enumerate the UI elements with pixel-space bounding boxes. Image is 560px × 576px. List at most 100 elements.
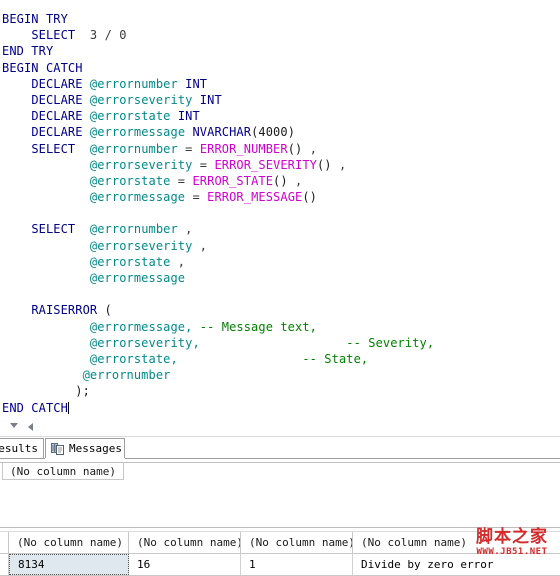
code-token: , [192, 238, 208, 253]
code-line: @errornumber [2, 367, 434, 383]
code-token: (4000) [251, 125, 296, 140]
grid-cell[interactable]: 1 [241, 554, 353, 575]
code-line: END CATCH [2, 400, 434, 416]
editor-horizontal-scrollbar[interactable] [0, 420, 560, 437]
code-line: SELECT 3 / 0 [2, 27, 434, 43]
grid-row-header[interactable] [0, 554, 9, 575]
code-token: @errormessage [89, 271, 186, 285]
code-token: , [302, 141, 318, 156]
code-token: INT [177, 76, 208, 91]
scroll-left-arrow-icon[interactable] [28, 423, 33, 431]
code-token: @errorstate [89, 173, 171, 188]
tab-messages-label: Messages [69, 442, 122, 455]
code-token: NVARCHAR [185, 125, 252, 140]
code-token: @errornumber [89, 141, 178, 156]
code-token: ERROR_MESSAGE [207, 190, 303, 205]
scroll-down-arrow-icon[interactable] [10, 423, 18, 428]
code-token: ERROR_SEVERITY [214, 157, 317, 172]
code-token: @errormessage [89, 125, 186, 140]
code-token: DECLARE [31, 109, 90, 124]
code-token: = [185, 190, 208, 205]
code-token: @errorseverity [89, 238, 193, 253]
code-token: SELECT [31, 222, 76, 237]
code-line: RAISERROR ( [2, 302, 434, 318]
code-token: BEGIN CATCH [2, 60, 83, 75]
code-line: BEGIN TRY [2, 11, 434, 27]
first-result-column-header[interactable]: (No column name) [2, 463, 124, 480]
code-line: DECLARE @errorseverity INT [2, 92, 434, 108]
tab-results[interactable]: Results [0, 438, 44, 458]
code-line: SELECT @errornumber = ERROR_NUMBER() , [2, 141, 434, 157]
grid-column-header[interactable]: (No column name) [353, 532, 560, 553]
code-line: @errormessage [2, 270, 434, 286]
tab-underline-cover [45, 458, 125, 459]
code-token: INT [170, 109, 200, 124]
grid-column-header[interactable]: (No column name) [241, 532, 353, 553]
code-token: , [170, 254, 186, 269]
code-line: @errormessage, -- Message text, [2, 319, 434, 335]
code-token: SELECT [31, 141, 76, 156]
code-line: DECLARE @errornumber INT [2, 76, 434, 92]
code-token: @errorstate [89, 109, 171, 124]
code-line: END TRY [2, 43, 434, 59]
code-token: ERROR_NUMBER [199, 141, 288, 156]
code-token: DECLARE [31, 92, 90, 107]
code-token: @errorstate [89, 254, 171, 269]
code-token: RAISERROR [31, 303, 98, 318]
code-token: ERROR_STATE [192, 173, 274, 188]
code-token: SELECT [31, 28, 76, 43]
code-token: @errormessage [89, 190, 186, 205]
code-line: DECLARE @errorstate INT [2, 108, 434, 124]
code-line: ); [2, 383, 434, 399]
code-token: , [177, 222, 193, 237]
code-token: @errornumber [89, 76, 178, 91]
code-token: = [170, 173, 193, 188]
grid-cell[interactable]: 8134 [9, 554, 129, 575]
text-cursor [67, 401, 69, 414]
code-token: () [302, 190, 318, 205]
grid-top-border [0, 527, 560, 528]
code-token: INT [192, 92, 222, 107]
code-token: ( [97, 303, 112, 318]
code-line: DECLARE @errormessage NVARCHAR(4000) [2, 124, 434, 140]
table-row[interactable]: 8134 16 1 Divide by zero error [0, 554, 560, 575]
code-token: END CATCH [2, 400, 68, 415]
code-token: @errorseverity, [89, 335, 200, 350]
code-text-area[interactable]: BEGIN TRY SELECT 3 / 0 END TRY BEGIN CATCH… [2, 11, 434, 416]
code-token: , [331, 157, 347, 172]
grid-column-header[interactable]: (No column name) [129, 532, 241, 553]
grid-cell[interactable]: Divide by zero error [353, 554, 560, 575]
results-tabstrip: Results Messages [0, 438, 560, 460]
first-result-grid[interactable]: (No column name) [0, 461, 560, 509]
code-token: () [287, 141, 303, 156]
tab-results-label: Results [0, 442, 38, 455]
code-line: BEGIN CATCH [2, 60, 434, 76]
code-token: END TRY [2, 44, 54, 59]
code-token: () [273, 173, 288, 188]
code-token: @errorseverity [89, 157, 193, 172]
code-line: @errorstate, -- State, [2, 351, 434, 367]
second-result-grid[interactable]: (No column name) (No column name) (No colu… [0, 527, 560, 576]
code-token: @errormessage, [89, 319, 193, 334]
code-line: @errorstate , [2, 254, 434, 270]
code-token: 3 / 0 [75, 28, 127, 43]
code-token: () [316, 157, 332, 172]
code-token: @errorstate, [89, 351, 178, 366]
code-line: @errorstate = ERROR_STATE() , [2, 173, 434, 189]
grid-corner-header[interactable] [0, 532, 9, 553]
code-token: = [177, 141, 200, 156]
sql-query-editor[interactable]: BEGIN TRY SELECT 3 / 0 END TRY BEGIN CATCH… [0, 0, 560, 420]
code-token: -- Severity, [199, 335, 435, 350]
grid-header-row: (No column name) (No column name) (No colu… [0, 532, 560, 553]
messages-icon [51, 442, 64, 455]
tab-messages[interactable]: Messages [45, 438, 125, 458]
code-token: @errorseverity [89, 92, 193, 107]
grid-cell[interactable]: 16 [129, 554, 241, 575]
grid-column-header[interactable]: (No column name) [9, 532, 129, 553]
code-token: DECLARE [31, 76, 90, 91]
code-token: ); [75, 384, 90, 399]
